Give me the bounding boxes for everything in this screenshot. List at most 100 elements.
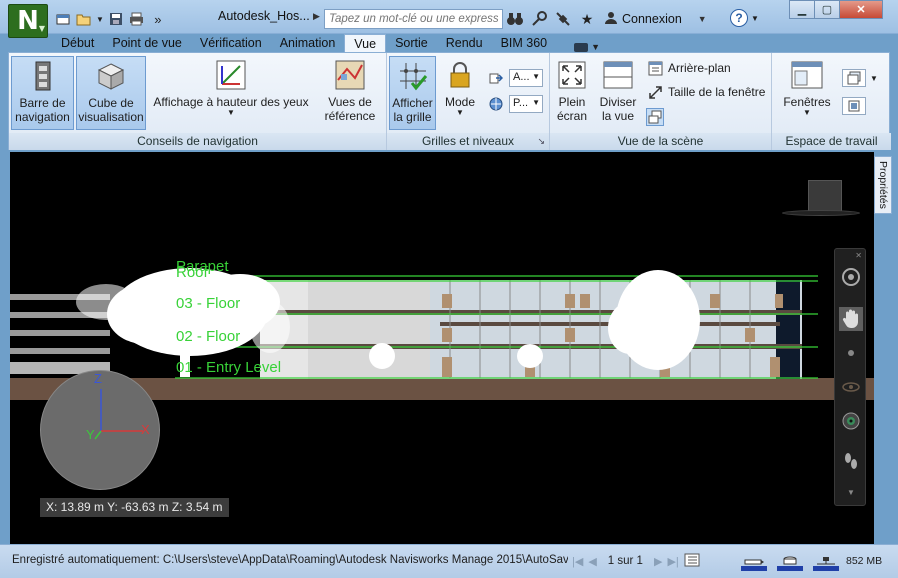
show-grid-label-1: Afficher [392, 96, 433, 110]
sheet-list-icon[interactable] [684, 553, 700, 570]
reference-views-label-1: Vues de [328, 95, 372, 109]
look-eye-icon[interactable] [839, 409, 863, 433]
dialog-launcher-icon[interactable]: ↘ [537, 133, 545, 150]
coordinate-readout: X: 13.89 m Y: -63.63 m Z: 3.54 m [40, 498, 229, 517]
star-icon[interactable]: ★ [578, 10, 596, 28]
prev-page-icon[interactable]: ◀ [588, 555, 596, 568]
fullscreen-label-2: écran [556, 109, 588, 123]
open-icon[interactable] [75, 10, 93, 28]
scene-viewport[interactable]: Parapet Roof 03 - Floor 02 - Floor 01 - … [10, 152, 874, 544]
arrow-export-icon[interactable] [487, 69, 505, 87]
ribbon-tabs: Début Point de vue Vérification Animatio… [8, 34, 890, 52]
fullscreen-button[interactable]: Plein écran [552, 56, 592, 130]
fullscreen-icon [556, 59, 588, 91]
orbit-icon[interactable] [839, 375, 863, 399]
search-input[interactable] [324, 9, 503, 29]
show-grid-button[interactable]: Afficher la grille [389, 56, 436, 130]
tab-sortie[interactable]: Sortie [386, 34, 437, 52]
windows-stack-icon [646, 108, 664, 126]
globe-icon[interactable] [487, 95, 505, 113]
print-icon[interactable] [128, 10, 146, 28]
chevron-right-icon[interactable]: ▶ [313, 11, 320, 22]
tab-animation[interactable]: Animation [271, 34, 345, 52]
tab-vue[interactable]: Vue [344, 34, 387, 52]
cube-icon [95, 60, 127, 92]
view-cube-label-1: Cube de [88, 96, 134, 110]
satellite-icon[interactable] [554, 10, 572, 28]
network-progress-icon [812, 551, 840, 571]
pencil-progress-bar [741, 566, 767, 571]
grid-combo-2[interactable]: P... ▼ [509, 95, 543, 113]
next-page-icon[interactable]: ▶ [654, 555, 662, 568]
zoom-dot-icon[interactable] [839, 341, 863, 365]
axes-icon [215, 59, 247, 91]
tab-bim-360[interactable]: BIM 360 [492, 34, 557, 52]
view-cube-button[interactable]: Cube de visualisation [76, 56, 146, 130]
windows-button[interactable]: Fenêtres ▼ [776, 56, 838, 130]
group-navigation-aids: Barre de navigation Cube de visualisatio… [9, 53, 387, 150]
view-cube[interactable] [808, 180, 842, 212]
signin-label: Connexion [622, 12, 682, 26]
ribbon-panel: Barre de navigation Cube de visualisatio… [8, 52, 891, 150]
load-workspace-button[interactable]: ▼ [842, 69, 878, 87]
background-button[interactable]: Arrière-plan [646, 59, 731, 77]
properties-dock: Propriétés [874, 152, 892, 544]
binoculars-icon[interactable] [506, 10, 524, 28]
chevron-down-icon[interactable]: ▼ [96, 15, 104, 24]
document-title: Autodesk_Hos... [218, 9, 310, 23]
walk-footsteps-icon[interactable] [839, 449, 863, 473]
more-icon[interactable]: » [149, 10, 167, 28]
view-cube-compass[interactable] [782, 210, 860, 216]
view-toggle-button[interactable] [646, 108, 664, 126]
view-cube-label-2: visualisation [78, 110, 144, 124]
grid-combo-2-value: P... [513, 97, 529, 109]
axis-z-label: Z [94, 371, 102, 386]
chevron-down-icon[interactable]: ▼ [839, 485, 863, 499]
group-label-workspace: Espace de travail [772, 133, 891, 150]
tab-rendu[interactable]: Rendu [437, 34, 492, 52]
split-view-button[interactable]: Diviser la vue [596, 56, 640, 130]
pan-hand-icon[interactable] [839, 307, 863, 331]
heads-up-display-button[interactable]: Affichage à hauteur des yeux ▼ [151, 56, 311, 130]
application-menu-button[interactable]: N ▼ [8, 4, 48, 38]
chevron-down-icon: ▼ [532, 72, 540, 81]
mode-button[interactable]: Mode ▼ [441, 56, 479, 130]
grid-icon [397, 60, 429, 92]
level-label-entry: 01 - Entry Level [176, 359, 282, 376]
close-icon[interactable]: ✕ [855, 251, 862, 260]
save-icon[interactable] [107, 10, 125, 28]
restore-icon[interactable]: ▢ [814, 0, 840, 19]
reference-views-button[interactable]: Vues de référence [317, 56, 383, 130]
last-page-icon[interactable]: ▶| [667, 555, 678, 568]
tab-point-de-vue[interactable]: Point de vue [103, 34, 191, 52]
close-icon[interactable]: ✕ [839, 0, 883, 19]
properties-tab[interactable]: Propriétés [874, 156, 892, 214]
ribbon-minimize-button[interactable]: ▼ [574, 42, 600, 52]
help-button[interactable]: ? ▼ [730, 9, 759, 27]
lock-icon [444, 59, 476, 91]
chevron-down-icon: ▼ [751, 13, 759, 23]
grid-combo-1-value: A... [513, 71, 530, 83]
grid-combo-1[interactable]: A... ▼ [509, 69, 543, 87]
page-indicator: 1 sur 1 [607, 555, 643, 567]
user-icon [604, 11, 618, 28]
tab-debut[interactable]: Début [52, 34, 103, 52]
first-page-icon[interactable]: |◀ [572, 555, 583, 568]
axis-gizmo: Z X Y [40, 370, 160, 490]
new-icon[interactable] [54, 10, 72, 28]
navigation-bar-button[interactable]: Barre de navigation [11, 56, 74, 130]
key-icon[interactable] [530, 10, 548, 28]
chevron-down-icon: ▼ [803, 108, 811, 117]
navigation-bar-label-1: Barre de [19, 96, 66, 110]
chevron-down-icon: ▼ [532, 98, 540, 107]
quick-access-toolbar: ▼ » [54, 8, 167, 30]
window-size-button[interactable]: Taille de la fenêtre [646, 83, 765, 101]
minimize-icon[interactable]: ▁ [789, 0, 815, 19]
title-bar: N ▼ ▼ » Autodesk_Hos... ▶ ★ [0, 0, 898, 38]
steering-wheel-icon[interactable] [839, 265, 863, 289]
windows-icon [791, 59, 823, 91]
signin-button[interactable]: Connexion ▼ [604, 11, 707, 28]
save-workspace-button[interactable] [842, 97, 866, 115]
tab-verification[interactable]: Vérification [191, 34, 271, 52]
fullscreen-label-1: Plein [558, 95, 586, 109]
